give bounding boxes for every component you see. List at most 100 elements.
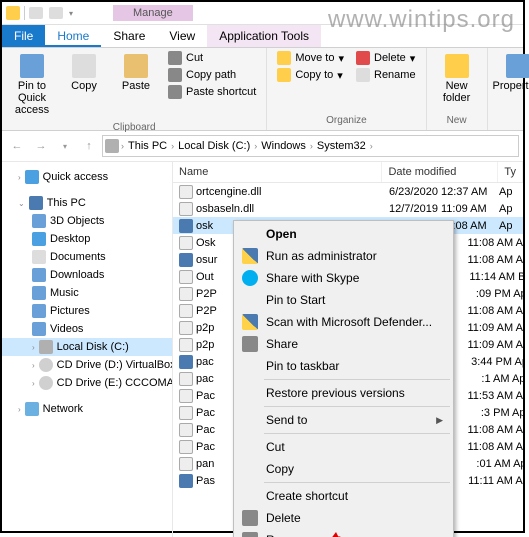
file-icon (179, 253, 193, 267)
nav-network[interactable]: ›Network (2, 400, 172, 418)
nav-videos[interactable]: Videos (2, 320, 172, 338)
file-icon (179, 287, 193, 301)
ctx-cut[interactable]: Cut (236, 436, 451, 458)
submenu-arrow-icon: ▶ (436, 415, 443, 426)
qat-btn[interactable] (49, 7, 63, 19)
delete-icon (242, 510, 258, 526)
tab-view[interactable]: View (157, 25, 207, 47)
ctx-pin-taskbar[interactable]: Pin to taskbar (236, 355, 451, 377)
nav-documents[interactable]: Documents (2, 248, 172, 266)
file-name: p2p (196, 339, 214, 351)
ctx-create-shortcut[interactable]: Create shortcut (236, 485, 451, 507)
forward-button[interactable]: → (30, 135, 52, 157)
file-name: osur (196, 254, 217, 266)
tab-share[interactable]: Share (101, 25, 157, 47)
ctx-send-to[interactable]: Send to▶ (236, 409, 451, 431)
file-type: 11:53 AM Ap (467, 390, 523, 402)
nav-music[interactable]: Music (2, 284, 172, 302)
file-row[interactable]: osbaseln.dll12/7/2019 11:09 AMAp (173, 200, 523, 217)
file-icon (179, 355, 193, 369)
ctx-rename[interactable]: Rename (236, 529, 451, 537)
context-menu: Open Run as administrator Share with Sky… (233, 220, 454, 537)
breadcrumb-bar[interactable]: › This PC› Local Disk (C:)› Windows› Sys… (102, 135, 519, 157)
nav-this-pc[interactable]: ⌄This PC (2, 194, 172, 212)
ctx-open[interactable]: Open (236, 223, 451, 245)
ctx-scan-defender[interactable]: Scan with Microsoft Defender... (236, 311, 451, 333)
crumb-system32[interactable]: System32 (315, 140, 368, 152)
file-icon (179, 270, 193, 284)
ctx-run-as-admin[interactable]: Run as administrator (236, 245, 451, 267)
file-name: Pac (196, 424, 215, 436)
ctx-share[interactable]: Share (236, 333, 451, 355)
col-name[interactable]: Name (173, 162, 382, 182)
back-button[interactable]: ← (6, 135, 28, 157)
nav-3d-objects[interactable]: 3D Objects (2, 212, 172, 230)
nav-local-disk-c[interactable]: ›Local Disk (C:) (2, 338, 172, 356)
crumb-windows[interactable]: Windows (259, 140, 308, 152)
qat-dropdown-icon[interactable]: ▾ (69, 9, 73, 18)
nav-quick-access[interactable]: ›Quick access (2, 168, 172, 186)
file-name: Pac (196, 407, 215, 419)
move-to-button[interactable]: Move to▾ (273, 50, 348, 66)
ctx-copy[interactable]: Copy (236, 458, 451, 480)
drive-icon (105, 139, 119, 153)
file-type: 11:08 AM Ap (467, 441, 523, 453)
paste-shortcut-button[interactable]: Paste shortcut (164, 84, 260, 100)
tab-application-tools[interactable]: Application Tools (207, 25, 321, 47)
file-type: 11:08 AM Ap (467, 237, 523, 249)
ctx-delete[interactable]: Delete (236, 507, 451, 529)
crumb-c[interactable]: Local Disk (C:) (176, 140, 252, 152)
file-row[interactable]: ortcengine.dll6/23/2020 12:37 AMAp (173, 183, 523, 200)
tab-strip: File Home Share View Application Tools (2, 25, 523, 48)
file-icon (179, 321, 193, 335)
ctx-restore-versions[interactable]: Restore previous versions (236, 382, 451, 404)
col-date[interactable]: Date modified (382, 162, 498, 182)
crumb-this-pc[interactable]: This PC (126, 140, 169, 152)
nav-downloads[interactable]: Downloads (2, 266, 172, 284)
file-icon (179, 474, 193, 488)
navigation-pane: ›Quick access ⌄This PC 3D Objects Deskto… (2, 162, 173, 537)
quick-access-toolbar: ▾ (29, 7, 73, 19)
file-type: 11:09 AM Ap (467, 322, 523, 334)
copy-path-button[interactable]: Copy path (164, 67, 260, 83)
titlebar: ▾ Manage (2, 2, 523, 25)
cut-button[interactable]: Cut (164, 50, 260, 66)
file-type: Ap (499, 220, 512, 232)
nav-desktop[interactable]: Desktop (2, 230, 172, 248)
up-button[interactable]: ↑ (78, 135, 100, 157)
shield-icon (242, 248, 258, 264)
file-name: pac (196, 356, 214, 368)
delete-button[interactable]: Delete▾ (352, 50, 420, 66)
column-headers[interactable]: Name Date modified Ty (173, 162, 523, 183)
file-icon (179, 185, 193, 199)
pin-quick-access-button[interactable]: Pin to Quick access (8, 50, 56, 120)
recent-dropdown[interactable]: ▾ (54, 135, 76, 157)
col-type[interactable]: Ty (498, 162, 523, 182)
properties-button[interactable]: Properties (494, 50, 529, 96)
ctx-pin-start[interactable]: Pin to Start (236, 289, 451, 311)
new-folder-button[interactable]: New folder (433, 50, 481, 108)
file-name: Out (196, 271, 214, 283)
file-icon (179, 389, 193, 403)
tab-file[interactable]: File (2, 25, 45, 47)
copy-button[interactable]: Copy (60, 50, 108, 96)
paste-button[interactable]: Paste (112, 50, 160, 96)
ribbon: Pin to Quick access Copy Paste Cut Copy … (2, 48, 523, 131)
rename-icon (242, 532, 258, 537)
file-name: osbaseln.dll (196, 203, 254, 215)
rename-button[interactable]: Rename (352, 67, 420, 83)
ctx-share-skype[interactable]: Share with Skype (236, 267, 451, 289)
folder-icon (6, 6, 20, 20)
copy-to-button[interactable]: Copy to▾ (273, 67, 348, 83)
file-icon (179, 440, 193, 454)
qat-btn[interactable] (29, 7, 43, 19)
file-type: 11:08 AM Ap (467, 305, 523, 317)
file-name: P2P (196, 305, 217, 317)
group-label-organize: Organize (273, 113, 419, 128)
nav-pictures[interactable]: Pictures (2, 302, 172, 320)
file-icon (179, 338, 193, 352)
nav-cd-drive-e[interactable]: ›CD Drive (E:) CCCOMA_X64FRE_ (2, 374, 172, 392)
nav-cd-drive-d[interactable]: ›CD Drive (D:) VirtualBox Guest A (2, 356, 172, 374)
file-type: 11:08 AM Ap (467, 254, 523, 266)
tab-home[interactable]: Home (45, 25, 101, 47)
